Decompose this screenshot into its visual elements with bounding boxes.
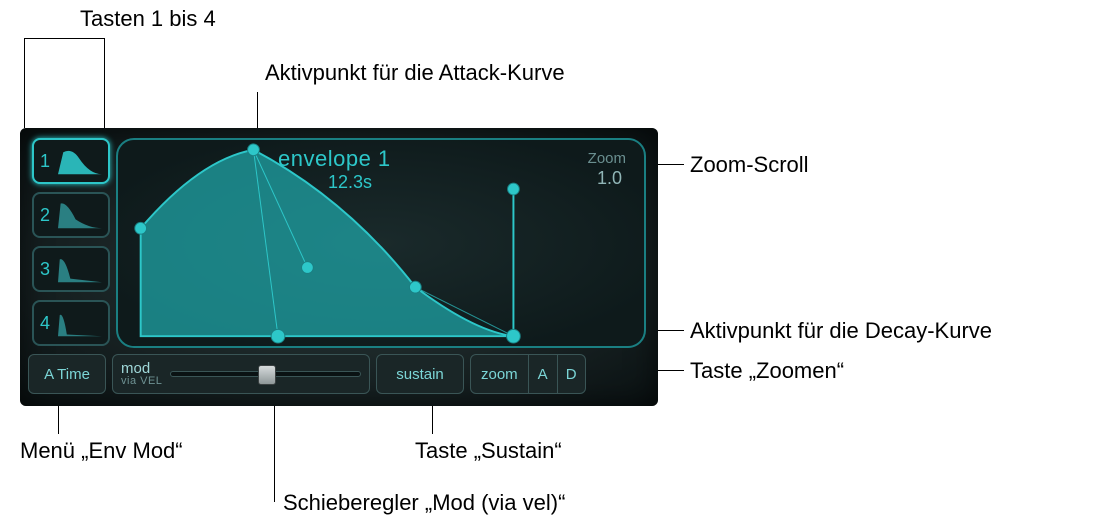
callout-attack-point: Aktivpunkt für die Attack-Kurve — [265, 60, 565, 86]
callout-env-mod-menu: Menü „Env Mod“ — [20, 438, 183, 464]
envelope-panel: 1 2 3 4 envelope 1 12.3s Zoom — [20, 128, 658, 406]
envelope-node-release[interactable] — [508, 183, 520, 195]
preset-thumb-icon — [58, 308, 102, 338]
callout-zoom-button: Taste „Zoomen“ — [690, 358, 844, 384]
attack-curve-hotspot[interactable] — [271, 329, 285, 343]
zoom-button-group: zoom A D — [470, 354, 586, 394]
callout-mod-slider: Schieberegler „Mod (via vel)“ — [283, 490, 565, 516]
bottom-controls: A Time mod via VEL sustain zoom A D — [28, 350, 650, 398]
mod-sublabel: via VEL — [121, 376, 162, 387]
envelope-node-peak[interactable] — [248, 144, 260, 156]
callout-zoom-scroll: Zoom-Scroll — [690, 152, 809, 178]
preset-column: 1 2 3 4 — [32, 138, 112, 354]
sustain-button[interactable]: sustain — [376, 354, 464, 394]
preset-button-4[interactable]: 4 — [32, 300, 110, 346]
preset-thumb-icon — [58, 146, 102, 176]
callout-decay-point: Aktivpunkt für die Decay-Kurve — [690, 318, 992, 344]
zoom-d-button[interactable]: D — [557, 355, 585, 393]
zoom-button[interactable]: zoom — [471, 355, 529, 393]
envelope-node-start[interactable] — [135, 222, 147, 234]
mod-via-vel-slider[interactable] — [170, 371, 361, 377]
preset-number: 1 — [40, 151, 56, 172]
preset-number: 4 — [40, 313, 56, 334]
preset-number: 3 — [40, 259, 56, 280]
mod-label: mod — [121, 361, 162, 376]
preset-button-3[interactable]: 3 — [32, 246, 110, 292]
decay-curve-hotspot[interactable] — [507, 329, 521, 343]
preset-thumb-icon — [58, 200, 102, 230]
callout-presets: Tasten 1 bis 4 — [80, 6, 216, 32]
preset-number: 2 — [40, 205, 56, 226]
slider-thumb-icon[interactable] — [258, 365, 276, 385]
callout-sustain-button: Taste „Sustain“ — [415, 438, 562, 464]
envelope-node-handle[interactable] — [302, 262, 314, 274]
env-mod-menu[interactable]: A Time — [28, 354, 106, 394]
envelope-node-decay-handle[interactable] — [409, 281, 421, 293]
envelope-curve[interactable] — [118, 140, 644, 346]
zoom-a-button[interactable]: A — [529, 355, 557, 393]
preset-button-2[interactable]: 2 — [32, 192, 110, 238]
preset-thumb-icon — [58, 254, 102, 284]
preset-button-1[interactable]: 1 — [32, 138, 110, 184]
envelope-display[interactable]: envelope 1 12.3s Zoom 1.0 — [116, 138, 646, 348]
mod-via-vel-group: mod via VEL — [112, 354, 370, 394]
